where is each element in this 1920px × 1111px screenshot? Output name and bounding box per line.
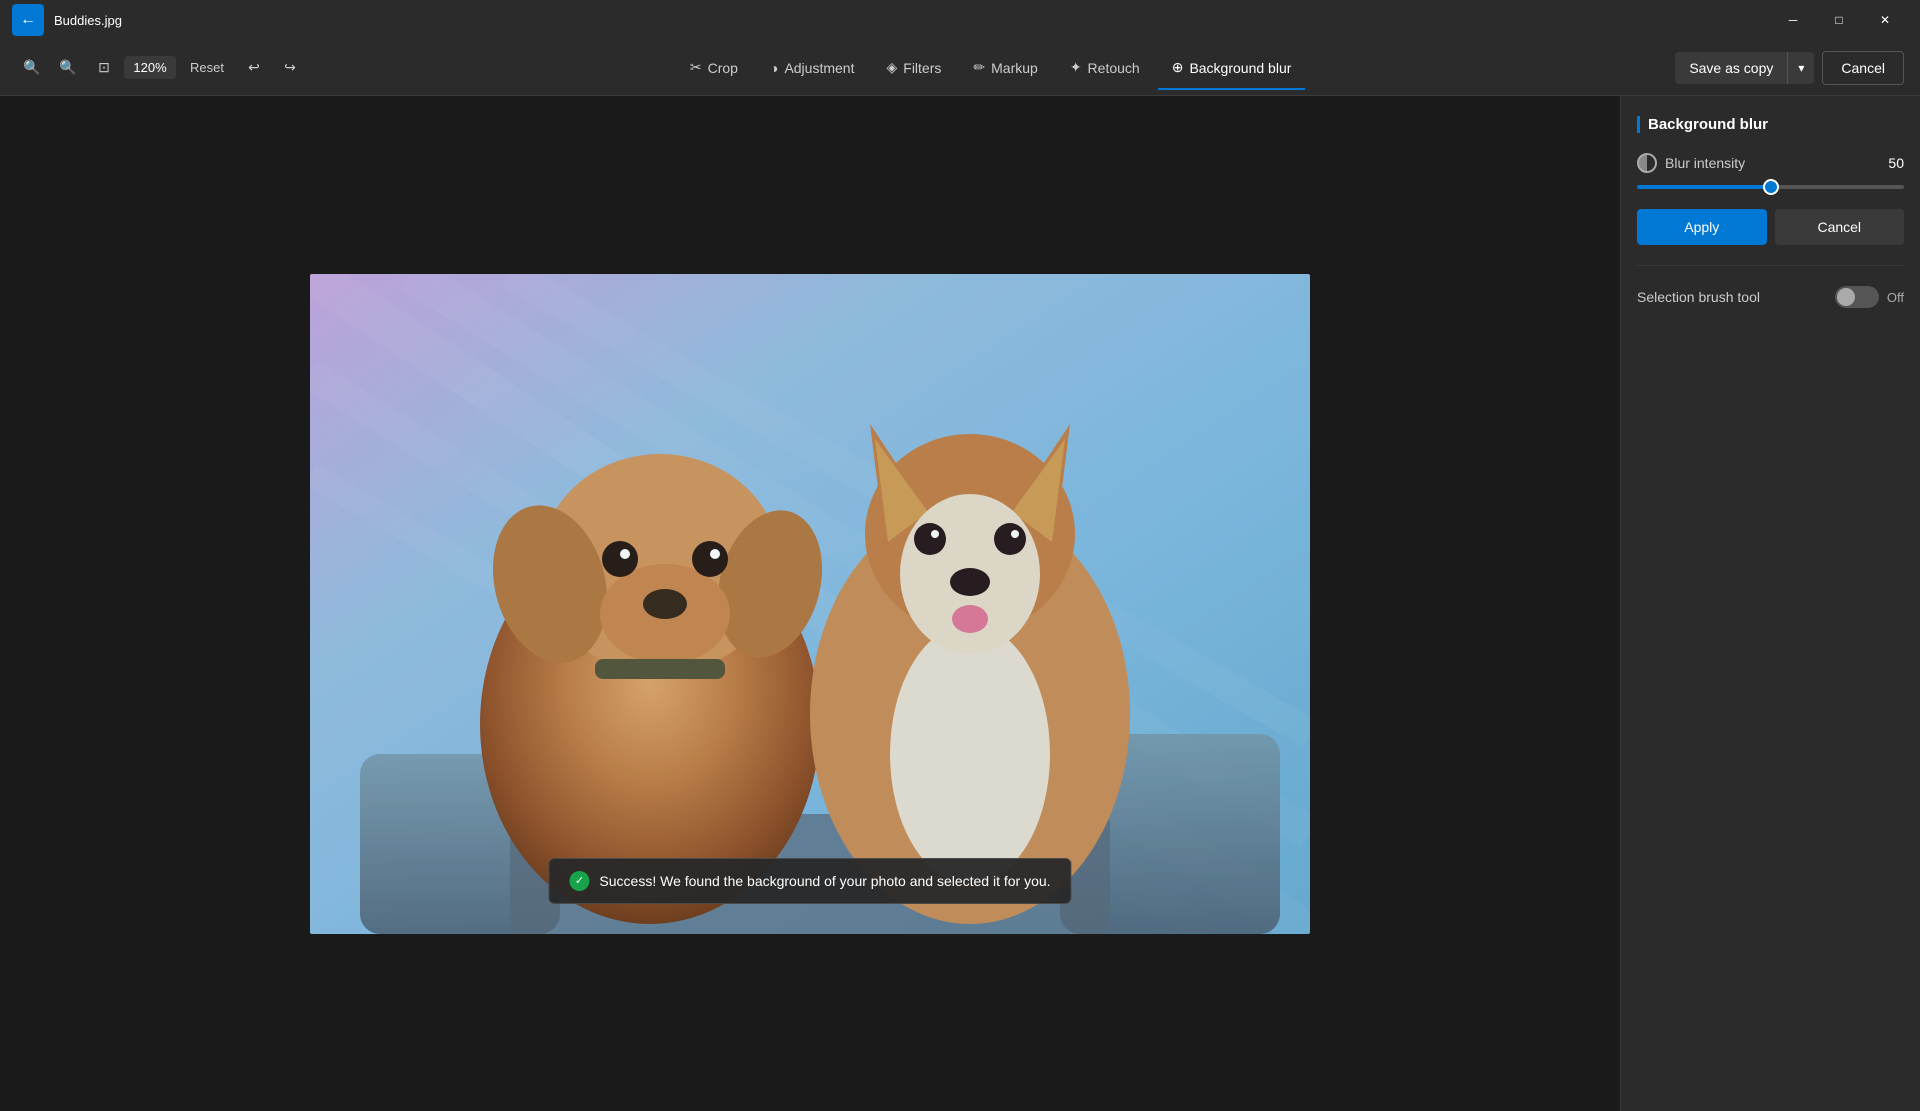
selection-brush-row: Selection brush tool Off: [1637, 286, 1904, 308]
toolbar: 🔍 🔍 ⊡ 120% Reset ↩ ↪ ✂ Crop ◑ Adjustment…: [0, 40, 1920, 96]
window-controls: ─ □ ✕: [1770, 4, 1908, 36]
photo-display: [310, 274, 1310, 934]
filters-label: Filters: [903, 60, 941, 76]
back-icon: ←: [20, 11, 36, 29]
main-content: ✓ Success! We found the background of yo…: [0, 96, 1920, 1111]
slider-track[interactable]: [1637, 185, 1904, 189]
tool-adjustment[interactable]: ◑ Adjustment: [756, 54, 869, 82]
zoom-in-button[interactable]: 🔍: [52, 52, 84, 84]
titlebar-left: ← Buddies.jpg: [12, 4, 122, 36]
tool-crop[interactable]: ✂ Crop: [676, 53, 752, 82]
blur-intensity-row: Blur intensity 50: [1637, 153, 1904, 173]
save-as-copy-button[interactable]: Save as copy ▾: [1675, 52, 1814, 84]
reset-button[interactable]: Reset: [180, 56, 234, 79]
blur-intensity-text: Blur intensity: [1665, 155, 1745, 171]
zoom-out-button[interactable]: 🔍: [16, 52, 48, 84]
panel-action-buttons: Apply Cancel: [1637, 209, 1904, 245]
maximize-button[interactable]: □: [1816, 4, 1862, 36]
toggle-container: Off: [1835, 286, 1904, 308]
markup-icon: ✏: [973, 59, 985, 76]
success-message: Success! We found the background of your…: [599, 873, 1050, 889]
tool-retouch[interactable]: ✦ Retouch: [1056, 53, 1154, 82]
save-copy-dropdown-arrow[interactable]: ▾: [1788, 53, 1814, 83]
filters-icon: ◈: [886, 59, 897, 76]
image-container: ✓ Success! We found the background of yo…: [310, 274, 1310, 934]
fit-frame-icon: ⊡: [98, 59, 110, 76]
panel-section-title: Background blur: [1637, 116, 1904, 133]
save-as-copy-label: Save as copy: [1675, 52, 1788, 84]
crop-icon: ✂: [690, 59, 702, 76]
minimize-button[interactable]: ─: [1770, 4, 1816, 36]
retouch-label: Retouch: [1088, 60, 1140, 76]
blur-intensity-value: 50: [1888, 155, 1904, 171]
panel-divider: [1637, 265, 1904, 266]
filename-label: Buddies.jpg: [54, 13, 122, 28]
blur-intensity-icon: [1637, 153, 1657, 173]
apply-button[interactable]: Apply: [1637, 209, 1767, 245]
redo-icon: ↪: [284, 59, 296, 76]
markup-label: Markup: [991, 60, 1038, 76]
toolbar-left-controls: 🔍 🔍 ⊡ 120% Reset ↩ ↪: [16, 52, 306, 84]
toolbar-right-controls: Save as copy ▾ Cancel: [1675, 51, 1904, 85]
tool-background-blur[interactable]: ⊕ Background blur: [1158, 53, 1306, 82]
crop-label: Crop: [708, 60, 738, 76]
undo-button[interactable]: ↩: [238, 52, 270, 84]
success-check-icon: ✓: [569, 871, 589, 891]
adjustment-icon: ◑: [770, 60, 778, 76]
selection-brush-label: Selection brush tool: [1637, 289, 1760, 305]
back-button[interactable]: ←: [12, 4, 44, 36]
blur-intensity-label-group: Blur intensity: [1637, 153, 1745, 173]
retouch-icon: ✦: [1070, 59, 1082, 76]
toggle-state-label: Off: [1887, 290, 1904, 305]
blur-intensity-slider[interactable]: [1637, 185, 1904, 189]
adjustment-label: Adjustment: [784, 60, 854, 76]
photo-svg: [310, 274, 1310, 934]
cancel-panel-button[interactable]: Cancel: [1775, 209, 1905, 245]
tool-filters[interactable]: ◈ Filters: [872, 53, 955, 82]
cancel-header-button[interactable]: Cancel: [1822, 51, 1904, 85]
zoom-in-icon: 🔍: [59, 59, 76, 76]
background-blur-icon: ⊕: [1172, 59, 1184, 76]
toggle-knob: [1837, 288, 1855, 306]
selection-brush-toggle[interactable]: [1835, 286, 1879, 308]
undo-icon: ↩: [248, 59, 260, 76]
canvas-area: ✓ Success! We found the background of yo…: [0, 96, 1620, 1111]
titlebar: ← Buddies.jpg ─ □ ✕: [0, 0, 1920, 40]
zoom-out-icon: 🔍: [23, 59, 40, 76]
tool-markup[interactable]: ✏ Markup: [959, 53, 1051, 82]
zoom-level-display: 120%: [124, 56, 176, 79]
close-button[interactable]: ✕: [1862, 4, 1908, 36]
success-toast: ✓ Success! We found the background of yo…: [548, 858, 1071, 904]
slider-thumb[interactable]: [1763, 179, 1779, 195]
right-panel: Background blur Blur intensity 50 Apply …: [1620, 96, 1920, 1111]
toolbar-nav-tools: ✂ Crop ◑ Adjustment ◈ Filters ✏ Markup ✦…: [314, 53, 1667, 82]
fit-frame-button[interactable]: ⊡: [88, 52, 120, 84]
background-blur-label: Background blur: [1189, 60, 1291, 76]
redo-button[interactable]: ↪: [274, 52, 306, 84]
